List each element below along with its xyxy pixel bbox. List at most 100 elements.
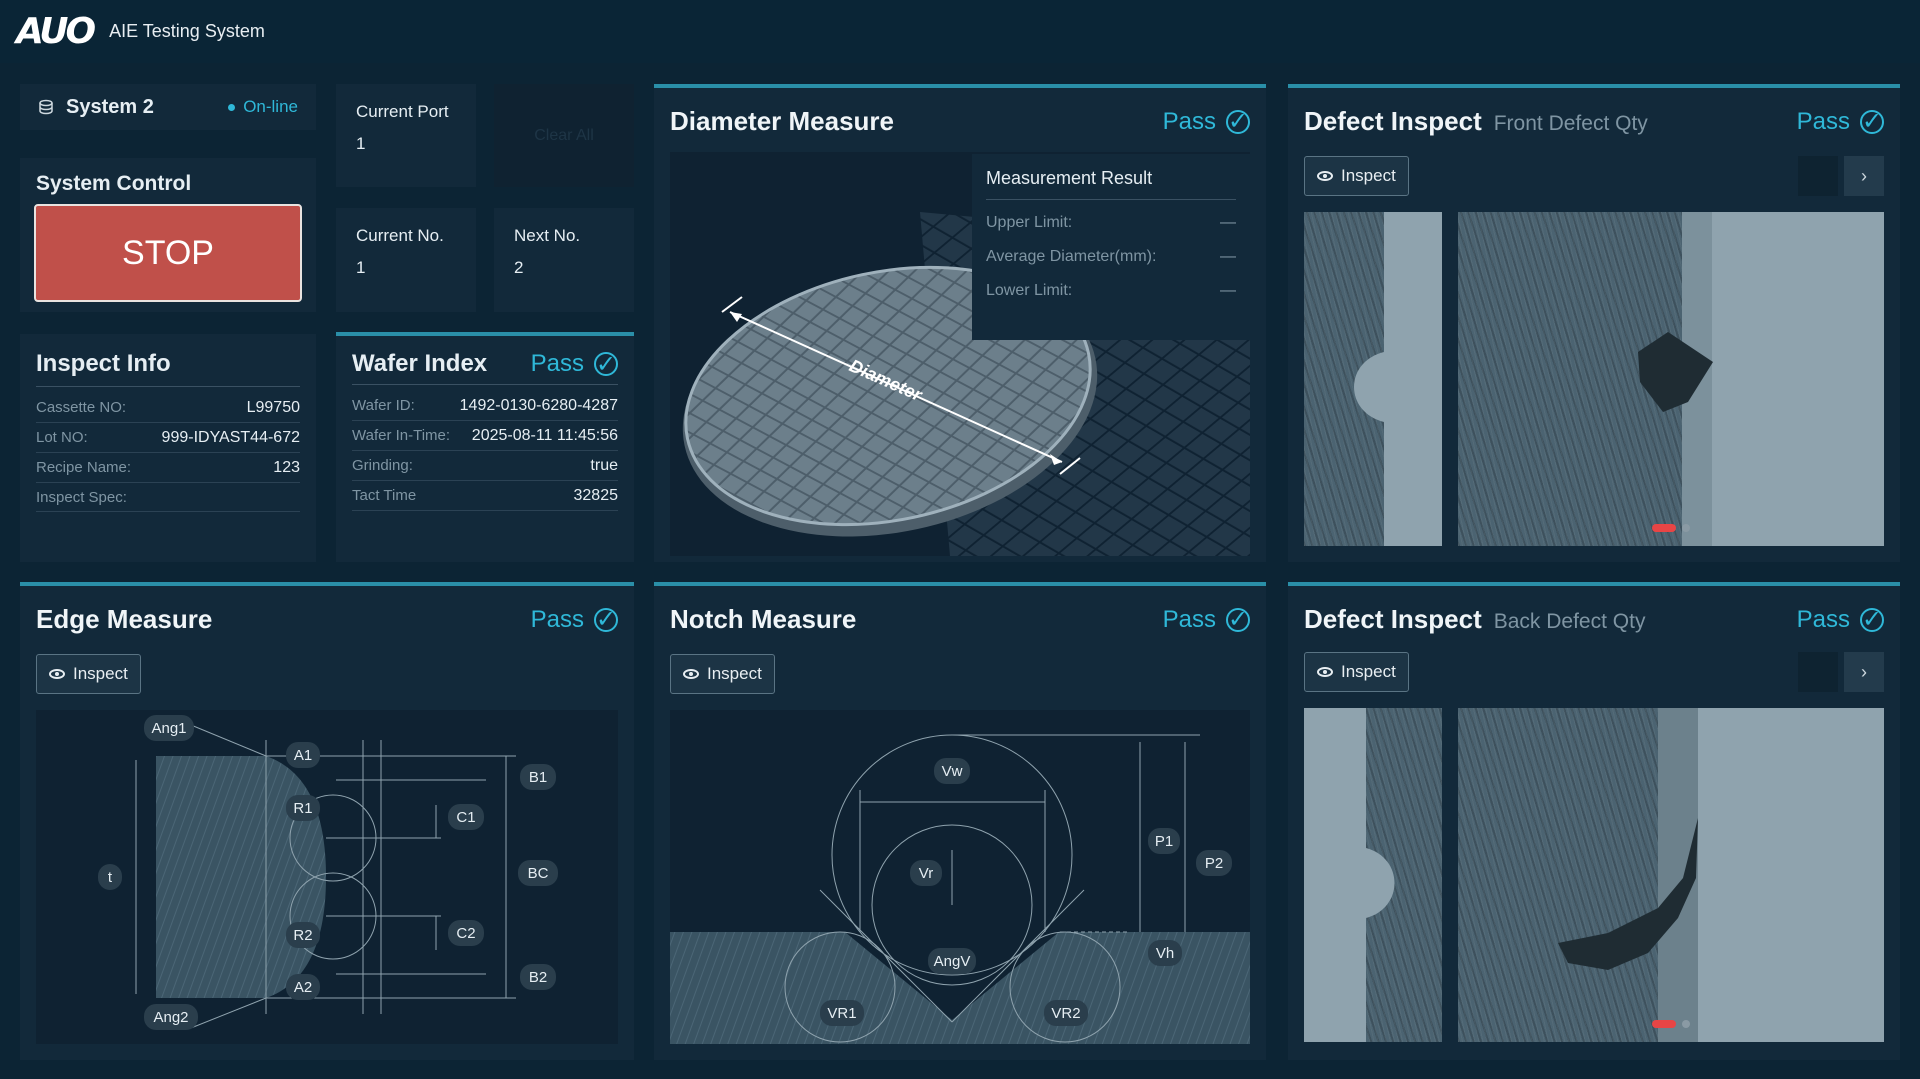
carousel-dot-active[interactable] [1652, 524, 1676, 532]
c1-label: C1 [456, 809, 475, 826]
notch-measure-card: Notch Measure Pass ✓ Inspect Vw P1 P2 Vr… [654, 582, 1266, 1060]
r2-label: R2 [293, 927, 312, 944]
inspect-button[interactable]: Inspect [670, 654, 775, 694]
edge-status: Pass ✓ [530, 605, 618, 633]
chevron-right-icon: › [1861, 165, 1867, 186]
front-defect-image[interactable] [1458, 212, 1884, 546]
check-circle-icon: ✓ [1226, 108, 1250, 135]
wafer-in-time-row: Wafer In-Time: 2025-08-11 11:45:56 [352, 421, 618, 451]
c2-label: C2 [456, 925, 475, 942]
vw-label: Vw [942, 763, 963, 780]
p1-label: P1 [1155, 833, 1173, 850]
current-port-box: Current Port 1 [336, 84, 476, 187]
system-control-card: System Control STOP [20, 158, 316, 312]
carousel-dot[interactable] [1682, 1020, 1690, 1028]
eye-icon [1317, 171, 1333, 181]
measurement-result-title: Measurement Result [986, 168, 1236, 200]
average-diameter-row: Average Diameter(mm): — [986, 248, 1236, 265]
next-no-label: Next No. [514, 226, 581, 245]
eye-icon [683, 669, 699, 679]
defect-back-subtitle: Back Defect Qty [1493, 610, 1646, 633]
database-icon [39, 99, 53, 115]
current-port-value: 1 [356, 134, 366, 153]
carousel-dots [1652, 524, 1690, 532]
edge-profile-shape [1304, 708, 1395, 1042]
check-circle-icon: ✓ [594, 606, 618, 633]
back-defect-image[interactable] [1458, 708, 1884, 1042]
p2-label: P2 [1205, 855, 1223, 872]
check-circle-icon: ✓ [1860, 108, 1884, 135]
system-control-title: System Control [36, 172, 192, 195]
defect-back-title: Defect Inspect [1304, 604, 1482, 634]
measurement-result-panel: Measurement Result Upper Limit: — Average… [972, 154, 1250, 340]
ang1-label: Ang1 [151, 720, 186, 737]
app-title: AIE Testing System [109, 21, 265, 41]
notch-title: Notch Measure [670, 604, 857, 634]
b1-label: B1 [529, 769, 547, 786]
diameter-title: Diameter Measure [670, 106, 894, 136]
edge-measure-card: Edge Measure Pass ✓ Inspect Ang1 A1 B1 R… [20, 582, 634, 1060]
next-button[interactable]: › [1844, 156, 1884, 196]
vr-label: Vr [919, 865, 933, 882]
vr2-label: VR2 [1051, 1005, 1080, 1022]
edge-profile-shape [1354, 212, 1442, 546]
defect-front-title: Defect Inspect [1304, 106, 1482, 136]
defect-overlay [1558, 708, 1884, 1042]
current-no-box: Current No. 1 [336, 208, 476, 312]
wafer-index-status: Pass ✓ [530, 350, 618, 378]
angv-label: AngV [934, 953, 971, 970]
upper-limit-row: Upper Limit: — [986, 214, 1236, 231]
online-dot-icon [228, 103, 236, 111]
ang2-label: Ang2 [153, 1009, 188, 1026]
grinding-row: Grinding: true [352, 451, 618, 481]
tact-time-row: Tact Time 32825 [352, 481, 618, 511]
edge-title: Edge Measure [36, 604, 213, 634]
defect-back-status: Pass ✓ [1796, 605, 1884, 633]
defect-front-subtitle: Front Defect Qty [1493, 112, 1648, 135]
front-edge-thumbnail[interactable] [1304, 212, 1442, 546]
stop-button[interactable]: STOP [34, 204, 302, 302]
system-status-card: System 2 On-line [20, 84, 316, 130]
next-button[interactable]: › [1844, 652, 1884, 692]
inspect-button[interactable]: Inspect [1304, 652, 1409, 692]
b2-label: B2 [529, 969, 547, 986]
inspect-button[interactable]: Inspect [1304, 156, 1409, 196]
prev-button[interactable] [1798, 652, 1838, 692]
app-header: AUO AIE Testing System [0, 0, 1920, 63]
carousel-dot-active[interactable] [1652, 1020, 1676, 1028]
prev-button[interactable] [1798, 156, 1838, 196]
system-status: On-line [243, 97, 298, 116]
next-no-box: Next No. 2 [494, 208, 634, 312]
current-port-label: Current Port [356, 102, 449, 121]
diameter-measure-card: Diameter Measure Pass ✓ Diameter Measurem… [654, 84, 1266, 562]
carousel-dot[interactable] [1682, 524, 1690, 532]
check-circle-icon: ✓ [1860, 606, 1884, 633]
current-no-label: Current No. [356, 226, 444, 245]
current-no-value: 1 [356, 258, 366, 277]
auo-logo: AUO [16, 11, 96, 52]
back-edge-thumbnail[interactable] [1304, 708, 1442, 1042]
diameter-status: Pass ✓ [1162, 107, 1250, 135]
edge-diagram: Ang1 A1 B1 R1 C1 t BC R2 C2 A2 B2 Ang2 [36, 710, 618, 1044]
check-circle-icon: ✓ [1226, 606, 1250, 633]
wafer-index-card: Wafer Index Pass ✓ Wafer ID: 1492-0130-628… [336, 332, 634, 562]
clear-all-button[interactable]: Clear All [494, 84, 634, 187]
next-no-value: 2 [514, 258, 524, 277]
defect-back-card: Defect Inspect Back Defect Qty Pass ✓ Ins… [1288, 582, 1900, 1060]
recipe-row: Recipe Name: 123 [36, 453, 300, 483]
inspect-info-title: Inspect Info [36, 350, 300, 387]
check-circle-icon: ✓ [594, 350, 618, 378]
carousel-dots [1652, 1020, 1690, 1028]
r1-label: R1 [293, 800, 312, 817]
vh-label: Vh [1156, 945, 1174, 962]
inspect-info-card: Inspect Info Cassette NO: L99750 Lot NO: 9… [20, 334, 316, 562]
system-name: System 2 [66, 95, 154, 118]
lower-limit-row: Lower Limit: — [986, 282, 1236, 299]
wafer-index-title: Wafer Index [352, 350, 488, 377]
a1-label: A1 [294, 747, 312, 764]
eye-icon [1317, 667, 1333, 677]
defect-overlay [1638, 212, 1884, 546]
inspect-button[interactable]: Inspect [36, 654, 141, 694]
defect-front-status: Pass ✓ [1796, 107, 1884, 135]
bc-label: BC [528, 865, 549, 882]
